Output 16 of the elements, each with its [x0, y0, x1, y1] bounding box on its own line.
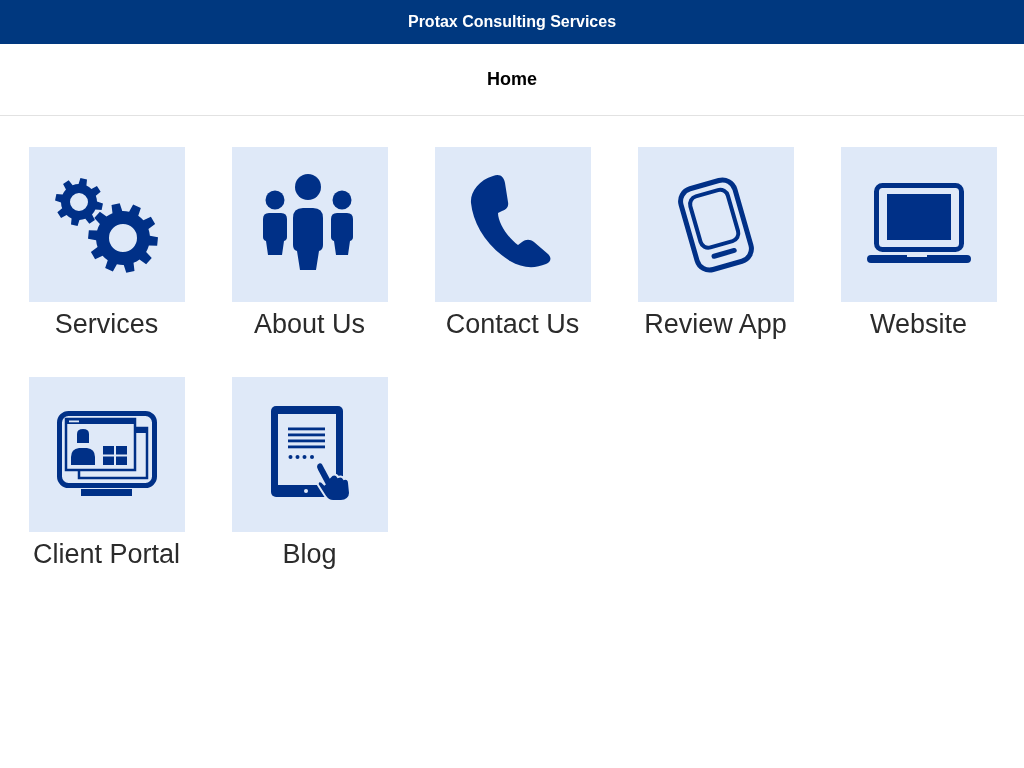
launcher-button[interactable]: Website	[840, 147, 997, 340]
launcher-button[interactable]: Contact Us	[434, 147, 591, 340]
launcher-button[interactable]: Review App	[637, 147, 794, 340]
launcher-button[interactable]: Services	[28, 147, 185, 340]
app-title: Protax Consulting Services	[407, 13, 617, 31]
launcher-button[interactable]: Client Portal	[28, 377, 185, 570]
gears-icon	[28, 147, 185, 302]
phone-icon	[434, 147, 591, 302]
mobile-phone-icon	[637, 147, 794, 302]
people-icon	[231, 147, 388, 302]
launcher-button[interactable]: About Us	[231, 147, 388, 340]
monitor-icon	[28, 377, 185, 532]
launcher-button[interactable]: Blog	[231, 377, 388, 570]
laptop-icon	[840, 147, 997, 302]
tablet-icon	[231, 377, 388, 532]
page-title: Home	[487, 69, 537, 90]
